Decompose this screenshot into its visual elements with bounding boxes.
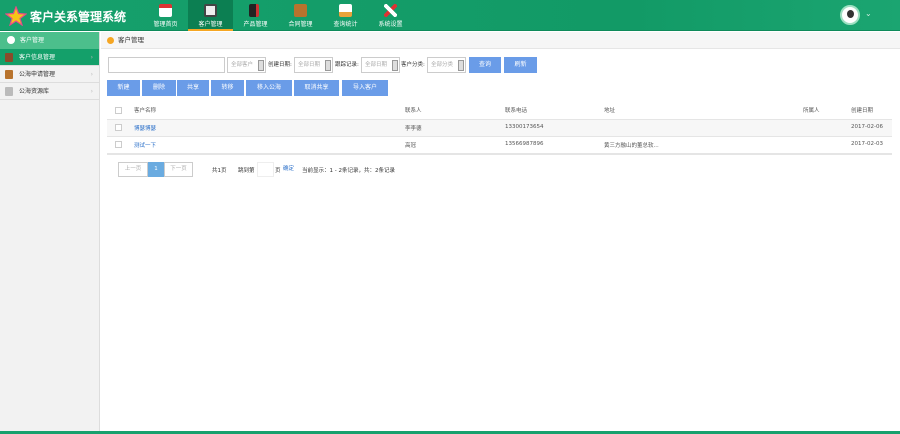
refresh-button[interactable]: 刷新 bbox=[504, 57, 537, 73]
user-icon bbox=[5, 53, 13, 62]
sidebar: 客户管理 客户信息管理 › 公海申请管理 › 公海资源库 › bbox=[0, 32, 100, 432]
chart-icon bbox=[339, 4, 352, 17]
prev-page-button[interactable]: 上一页 bbox=[118, 162, 148, 177]
goto-page-input[interactable] bbox=[257, 162, 274, 177]
share-button[interactable]: 共享 bbox=[177, 80, 209, 96]
breadcrumb: 客户管理 bbox=[101, 32, 900, 49]
cell-created: 2017-02-03 bbox=[851, 141, 883, 147]
col-name: 客户名称 bbox=[134, 108, 157, 114]
table-row[interactable] bbox=[107, 137, 892, 153]
sidebar-item-label: 客户信息管理 bbox=[19, 54, 56, 61]
chevron-right-icon: › bbox=[90, 88, 93, 95]
goto-label: 跳到第 bbox=[238, 168, 255, 174]
record-summary: 当前显示：1 - 2条记录，共：2条记录 bbox=[302, 168, 395, 174]
chevron-right-icon: › bbox=[90, 71, 93, 78]
category-label: 客户分类: bbox=[401, 62, 425, 68]
page-1-button[interactable]: 1 bbox=[148, 162, 164, 177]
book-icon bbox=[5, 70, 13, 79]
row-checkbox[interactable] bbox=[115, 141, 122, 148]
nav-product[interactable]: 产品管理 bbox=[233, 0, 278, 31]
row-checkbox[interactable] bbox=[115, 124, 122, 131]
nav-settings[interactable]: 系统设置 bbox=[368, 0, 413, 31]
top-bar: 客户关系管理系统 管理首页 客户管理 产品管理 合同管理 查询统计 系统设置 ⌄ bbox=[0, 0, 900, 31]
sidebar-header[interactable]: 客户管理 bbox=[0, 32, 99, 49]
import-customer-button[interactable]: 导入客户 bbox=[342, 80, 388, 96]
select-all-checkbox[interactable] bbox=[115, 107, 122, 114]
cell-phone: 13566987896 bbox=[505, 141, 544, 147]
nav-customer[interactable]: 客户管理 bbox=[188, 0, 233, 31]
sidebar-item-sea-pool[interactable]: 公海资源库 › bbox=[0, 83, 99, 100]
breadcrumb-label: 客户管理 bbox=[118, 36, 144, 44]
dropdown-arrow-icon bbox=[458, 60, 464, 71]
select-value: 全部分类 bbox=[431, 62, 454, 68]
total-pages: 共1页 bbox=[212, 168, 227, 174]
cell-contact: 李李德 bbox=[405, 126, 422, 132]
col-created: 创建日期 bbox=[851, 108, 874, 114]
sidebar-item-label: 公海资源库 bbox=[19, 88, 50, 95]
transfer-button[interactable]: 转移 bbox=[211, 80, 244, 96]
app-title: 客户关系管理系统 bbox=[30, 10, 127, 24]
collapse-icon bbox=[7, 36, 15, 44]
dropdown-arrow-icon bbox=[392, 60, 398, 71]
category-select[interactable]: 全部分类 bbox=[427, 57, 466, 73]
confirm-link[interactable]: 确定 bbox=[283, 164, 294, 172]
nav-label: 管理首页 bbox=[153, 21, 178, 28]
nav-label: 系统设置 bbox=[378, 21, 403, 28]
nav-contract[interactable]: 合同管理 bbox=[278, 0, 323, 31]
col-owner: 所属人 bbox=[803, 108, 820, 114]
new-button[interactable]: 新建 bbox=[107, 80, 140, 96]
col-address: 地址 bbox=[604, 108, 616, 114]
cell-contact: 高冠 bbox=[405, 143, 417, 149]
delete-button[interactable]: 删除 bbox=[142, 80, 176, 96]
book-icon bbox=[249, 4, 259, 17]
nav-label: 查询统计 bbox=[333, 21, 358, 28]
nav-stats[interactable]: 查询统计 bbox=[323, 0, 368, 31]
next-page-button[interactable]: 下一页 bbox=[164, 162, 193, 177]
dropdown-arrow-icon bbox=[258, 60, 264, 71]
table-row[interactable] bbox=[107, 120, 892, 136]
move-to-sea-button[interactable]: 移入公海 bbox=[246, 80, 292, 96]
logo-icon bbox=[5, 6, 27, 26]
nav-home[interactable]: 管理首页 bbox=[143, 0, 188, 31]
cancel-share-button[interactable]: 取消共享 bbox=[294, 80, 339, 96]
select-value: 全部日期 bbox=[365, 62, 388, 68]
user-avatar[interactable] bbox=[840, 5, 860, 25]
customer-select[interactable]: 全部客户 bbox=[227, 57, 266, 73]
search-input[interactable] bbox=[108, 57, 225, 73]
track-date-select[interactable]: 全部日期 bbox=[361, 57, 400, 73]
sidebar-item-sea-apply[interactable]: 公海申请管理 › bbox=[0, 66, 99, 83]
select-value: 全部日期 bbox=[298, 62, 321, 68]
briefcase-icon bbox=[294, 4, 307, 17]
arrow-circle-icon bbox=[107, 37, 114, 44]
created-date-select[interactable]: 全部日期 bbox=[294, 57, 333, 73]
col-phone: 联系电话 bbox=[505, 108, 528, 114]
sidebar-item-label: 公海申请管理 bbox=[19, 71, 56, 78]
monitor-icon bbox=[204, 4, 217, 17]
computer-icon bbox=[5, 87, 13, 96]
tools-icon bbox=[384, 4, 397, 17]
select-value: 全部客户 bbox=[231, 62, 254, 68]
col-contact: 联系人 bbox=[405, 108, 422, 114]
cell-created: 2017-02-06 bbox=[851, 124, 883, 130]
sidebar-header-label: 客户管理 bbox=[20, 37, 45, 44]
main-nav: 管理首页 客户管理 产品管理 合同管理 查询统计 系统设置 bbox=[143, 0, 413, 31]
home-icon bbox=[159, 4, 172, 17]
created-label: 创建日期: bbox=[268, 62, 292, 68]
chevron-right-icon: › bbox=[90, 54, 93, 61]
dropdown-arrow-icon bbox=[325, 60, 331, 71]
nav-label: 产品管理 bbox=[243, 21, 268, 28]
customer-name-link[interactable]: 测试一下 bbox=[134, 141, 156, 149]
page-unit: 页 bbox=[275, 168, 281, 174]
nav-label: 客户管理 bbox=[198, 21, 223, 28]
query-button[interactable]: 查询 bbox=[469, 57, 501, 73]
track-label: 跟踪记录: bbox=[335, 62, 359, 68]
customer-name-link[interactable]: 博瑟博瑟 bbox=[134, 124, 156, 132]
nav-label: 合同管理 bbox=[288, 21, 313, 28]
cell-address: 黄三方融山的董总软... bbox=[604, 143, 659, 149]
sidebar-item-customer-info[interactable]: 客户信息管理 › bbox=[0, 49, 99, 66]
cell-phone: 13300173654 bbox=[505, 124, 544, 130]
chevron-down-icon[interactable]: ⌄ bbox=[865, 9, 872, 18]
